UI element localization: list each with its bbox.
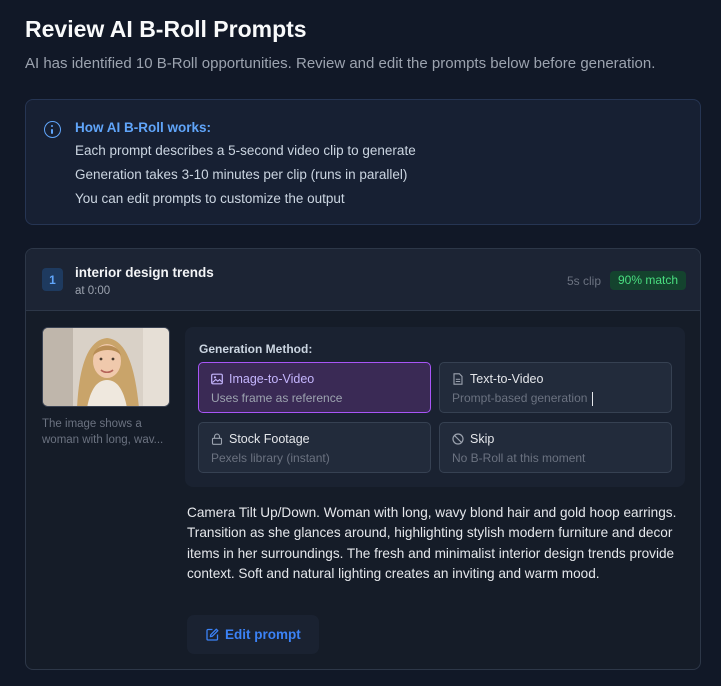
info-line: Each prompt describes a 5-second video c…	[75, 143, 416, 158]
option-image-to-video[interactable]: Image-to-Video Uses frame as reference	[198, 362, 431, 413]
info-line: You can edit prompts to customize the ou…	[75, 191, 345, 206]
option-title: Stock Footage	[229, 432, 310, 446]
generation-method-label: Generation Method:	[199, 342, 313, 356]
match-badge: 90% match	[609, 271, 686, 290]
card-header[interactable]: 1 interior design trends at 0:00 5s clip…	[26, 249, 700, 311]
page-subtitle: AI has identified 10 B-Roll opportunitie…	[25, 55, 656, 72]
info-box: How AI B-Roll works: Each prompt describ…	[25, 99, 701, 225]
option-title: Image-to-Video	[229, 372, 315, 386]
generation-method-panel: Generation Method: Image-to-Video Uses f…	[185, 327, 685, 487]
frame-thumbnail[interactable]	[42, 327, 170, 407]
ban-icon	[452, 433, 464, 445]
info-line: Generation takes 3-10 minutes per clip (…	[75, 167, 408, 182]
info-title: How AI B-Roll works:	[75, 120, 212, 135]
option-text-to-video[interactable]: Text-to-Video Prompt-based generation	[439, 362, 672, 413]
option-subtitle: Pexels library (instant)	[211, 451, 330, 465]
lock-icon	[211, 433, 223, 445]
segment-number-badge: 1	[42, 268, 63, 291]
option-subtitle: No B-Roll at this moment	[452, 451, 586, 465]
prompt-text: Camera Tilt Up/Down. Woman with long, wa…	[187, 505, 677, 581]
edit-prompt-label: Edit prompt	[225, 627, 301, 642]
option-subtitle: Prompt-based generation	[452, 391, 588, 405]
edit-prompt-button[interactable]: Edit prompt	[187, 615, 319, 654]
broll-card: 1 interior design trends at 0:00 5s clip…	[25, 248, 701, 670]
segment-timestamp: at 0:00	[75, 285, 111, 297]
image-icon	[211, 373, 223, 385]
option-subtitle: Uses frame as reference	[211, 391, 343, 405]
page-title: Review AI B-Roll Prompts	[25, 16, 307, 42]
text-cursor	[592, 392, 593, 406]
option-title: Text-to-Video	[470, 372, 544, 386]
document-icon	[453, 373, 463, 385]
option-title: Skip	[470, 432, 495, 446]
segment-title: interior design trends	[75, 265, 214, 280]
option-skip[interactable]: Skip No B-Roll at this moment	[439, 422, 672, 473]
info-icon	[44, 121, 61, 138]
option-stock-footage[interactable]: Stock Footage Pexels library (instant)	[198, 422, 431, 473]
clip-length-label: 5s clip	[566, 274, 601, 288]
thumbnail-caption: The image shows a woman with long, wav..…	[42, 418, 164, 446]
edit-icon	[206, 628, 219, 641]
